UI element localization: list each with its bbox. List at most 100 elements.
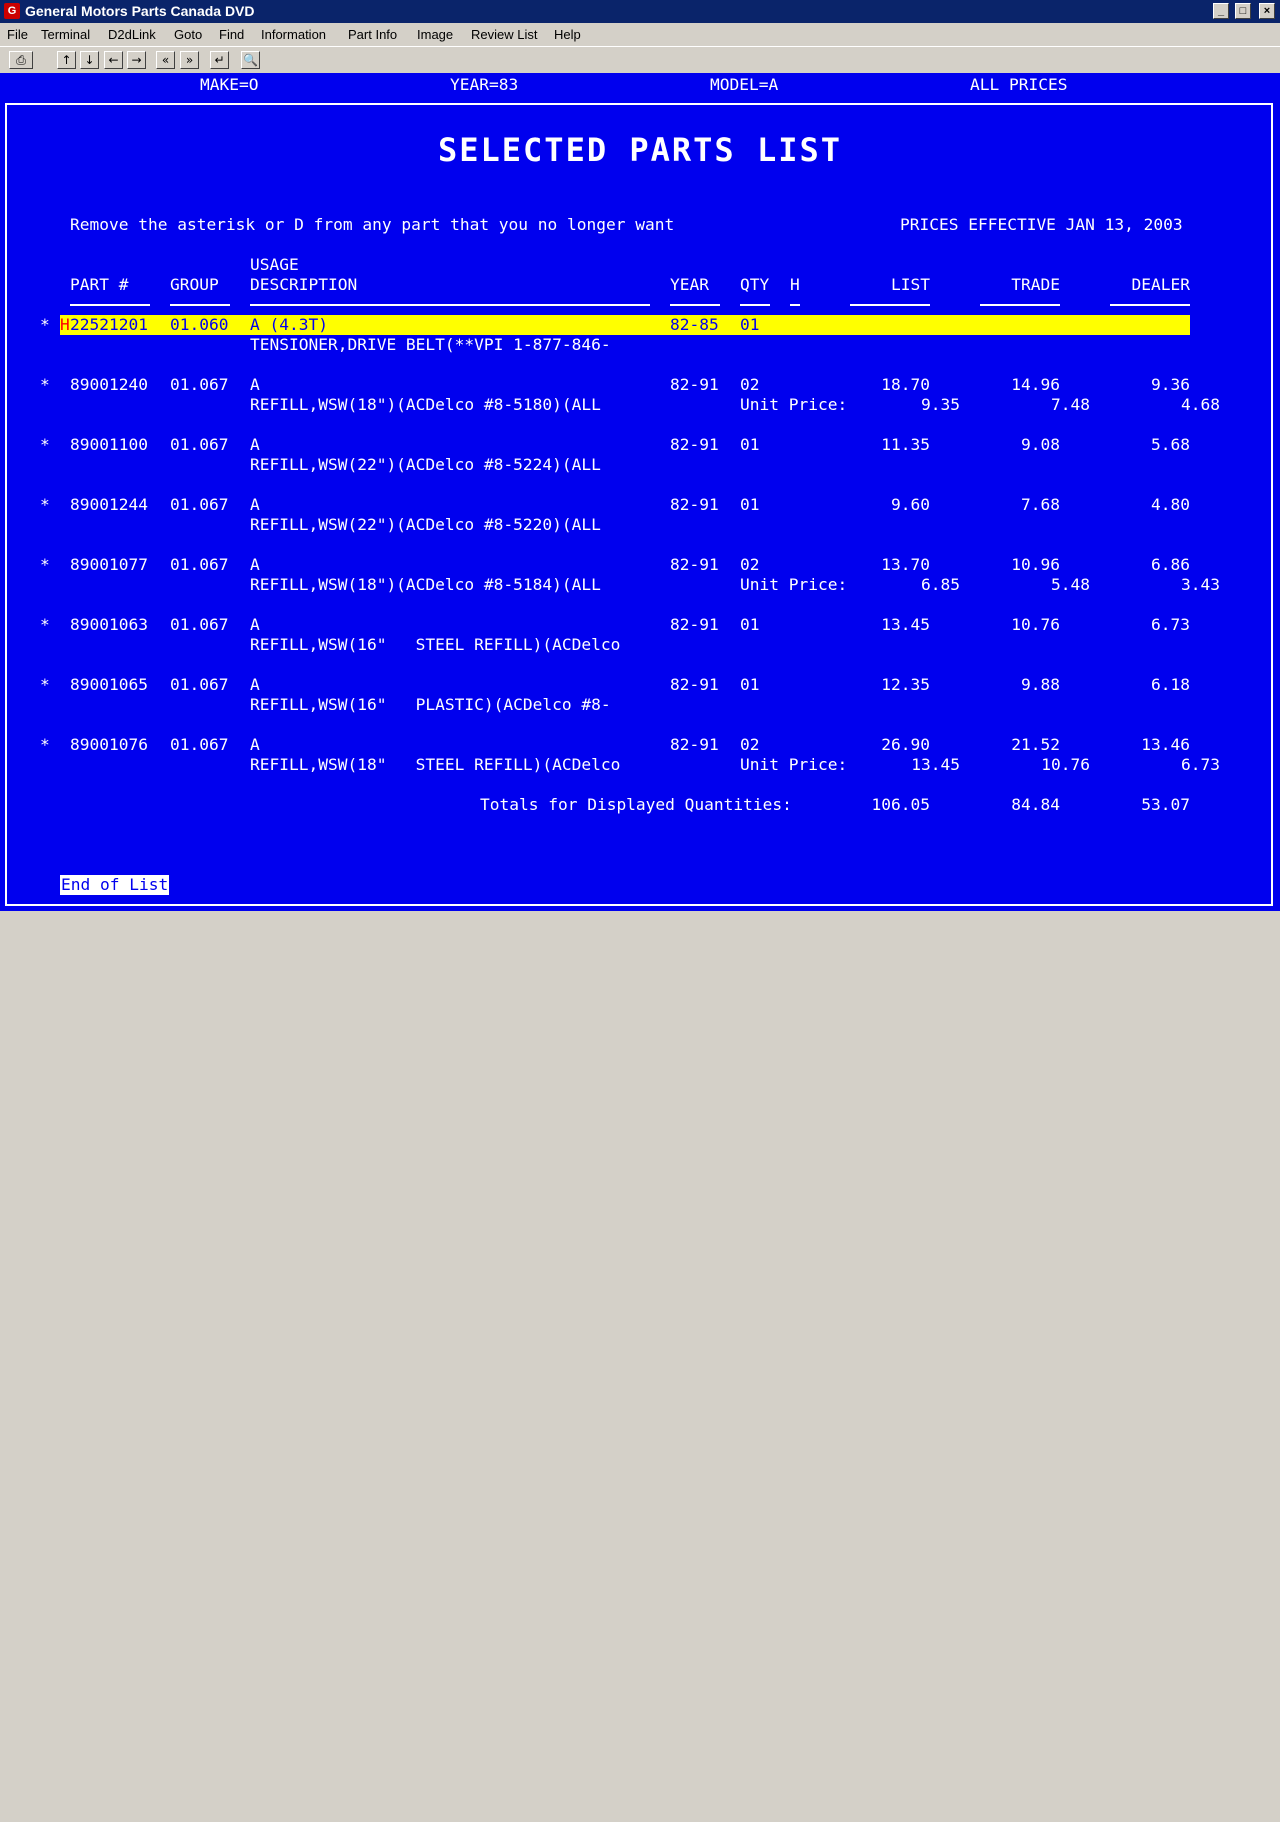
menu-part-info[interactable]: Part Info (348, 27, 397, 42)
row-trade-price: 9.08 (1021, 435, 1060, 454)
row-part-number[interactable]: 89001244 (70, 495, 148, 515)
row-flag[interactable]: H (60, 315, 70, 335)
row-part-number[interactable]: 89001065 (70, 675, 148, 695)
row-dealer-price: 6.18 (1151, 675, 1190, 694)
total-list: 106.05 (871, 795, 930, 814)
print-icon[interactable]: ⎙ (9, 51, 33, 69)
row-part-number[interactable]: 89001076 (70, 735, 148, 755)
row-mark[interactable]: * (40, 675, 50, 695)
gm-app-icon[interactable]: G (4, 3, 20, 19)
row-usage: A (250, 435, 260, 454)
menu-review-list[interactable]: Review List (471, 27, 537, 42)
row-qty[interactable]: 02 (740, 555, 760, 575)
row-mark[interactable]: * (40, 735, 50, 755)
row-year: 82-91 (670, 615, 719, 634)
arrow-right-icon[interactable]: → (127, 51, 146, 69)
menu-terminal[interactable]: Terminal (41, 27, 90, 42)
row-trade-price: 10.76 (1011, 615, 1060, 634)
header-divider (170, 304, 230, 306)
header-usage: USAGE (250, 255, 299, 274)
menu-help[interactable]: Help (554, 27, 581, 42)
close-button[interactable]: × (1259, 3, 1275, 19)
header-divider (980, 304, 1060, 306)
end-of-list-marker: End of List (60, 875, 170, 895)
row-group: 01.067 (170, 375, 229, 394)
row-qty[interactable]: 01 (740, 315, 760, 335)
row-mark[interactable]: * (40, 555, 50, 575)
row-qty[interactable]: 01 (740, 435, 760, 455)
row-usage: A (4.3T) (250, 315, 328, 334)
row-year: 82-91 (670, 735, 719, 754)
row-qty[interactable]: 01 (740, 495, 760, 515)
row-dealer-price: 9.36 (1151, 375, 1190, 394)
minimize-button[interactable]: _ (1213, 3, 1229, 19)
row-group: 01.067 (170, 435, 229, 454)
unit-trade-price: 10.76 (1041, 755, 1090, 774)
row-part-number[interactable]: 22521201 (70, 315, 148, 335)
enter-icon[interactable]: ↵ (210, 51, 229, 69)
menu-image[interactable]: Image (417, 27, 453, 42)
window-title: General Motors Parts Canada DVD (25, 3, 255, 19)
row-part-number[interactable]: 89001063 (70, 615, 148, 635)
row-mark[interactable]: * (40, 435, 50, 455)
magnifier-icon[interactable]: 🔍 (241, 51, 260, 69)
row-trade-price: 9.88 (1021, 675, 1060, 694)
title-bar: G General Motors Parts Canada DVD _ □ × (0, 0, 1280, 23)
row-year: 82-85 (670, 315, 719, 334)
row-list-price: 12.35 (881, 675, 930, 694)
row-mark[interactable]: * (40, 615, 50, 635)
arrow-down-icon[interactable]: ↓ (80, 51, 99, 69)
total-trade: 84.84 (1011, 795, 1060, 814)
menu-information[interactable]: Information (261, 27, 326, 42)
menu-file[interactable]: File (7, 27, 28, 42)
row-mark[interactable]: * (40, 315, 50, 335)
row-part-number[interactable]: 89001240 (70, 375, 148, 395)
previous-page-icon[interactable]: « (156, 51, 175, 69)
header-divider (1110, 304, 1190, 306)
row-qty[interactable]: 02 (740, 375, 760, 395)
next-page-icon[interactable]: » (180, 51, 199, 69)
row-usage: A (250, 615, 260, 634)
row-part-number[interactable]: 89001100 (70, 435, 148, 455)
row-year: 82-91 (670, 495, 719, 514)
header-dealer: DEALER (1131, 275, 1190, 294)
menu-goto[interactable]: Goto (174, 27, 202, 42)
arrow-up-icon[interactable]: ↑ (57, 51, 76, 69)
header-description: DESCRIPTION (250, 275, 358, 294)
row-description: REFILL,WSW(16" PLASTIC)(ACDelco #8- (250, 695, 611, 714)
arrow-left-icon[interactable]: ← (104, 51, 123, 69)
instruction-text: Remove the asterisk or D from any part t… (70, 215, 675, 234)
header-divider (850, 304, 930, 306)
row-part-number[interactable]: 89001077 (70, 555, 148, 575)
row-qty[interactable]: 01 (740, 615, 760, 635)
unit-list-price: 13.45 (911, 755, 960, 774)
toolbar: ⎙ ↑ ↓ ← → « » ↵ 🔍 (0, 46, 1280, 73)
unit-trade-price: 7.48 (1051, 395, 1090, 414)
row-mark[interactable]: * (40, 375, 50, 395)
row-year: 82-91 (670, 675, 719, 694)
header-divider (250, 304, 650, 306)
unit-price-label: Unit Price: (740, 755, 848, 774)
unit-trade-price: 5.48 (1051, 575, 1090, 594)
selected-row-highlight (60, 315, 1190, 335)
row-list-price: 26.90 (881, 735, 930, 754)
terminal-screen[interactable]: MAKE=O YEAR=83 MODEL=A ALL PRICES SELECT… (0, 73, 1280, 911)
restore-button[interactable]: □ (1235, 3, 1251, 19)
menu-d2dlink[interactable]: D2dLink (108, 27, 156, 42)
row-list-price: 11.35 (881, 435, 930, 454)
header-divider (790, 304, 800, 306)
row-mark[interactable]: * (40, 495, 50, 515)
row-group: 01.067 (170, 555, 229, 574)
header-divider (70, 304, 150, 306)
year-status: YEAR=83 (450, 75, 519, 94)
make-status: MAKE=O (200, 75, 259, 94)
row-trade-price: 14.96 (1011, 375, 1060, 394)
row-qty[interactable]: 02 (740, 735, 760, 755)
row-qty[interactable]: 01 (740, 675, 760, 695)
unit-dealer-price: 3.43 (1181, 575, 1220, 594)
menu-find[interactable]: Find (219, 27, 244, 42)
row-trade-price: 7.68 (1021, 495, 1060, 514)
total-dealer: 53.07 (1141, 795, 1190, 814)
menu-bar: File Terminal D2dLink Goto Find Informat… (0, 23, 1280, 46)
row-description: REFILL,WSW(18" STEEL REFILL)(ACDelco (250, 755, 621, 774)
